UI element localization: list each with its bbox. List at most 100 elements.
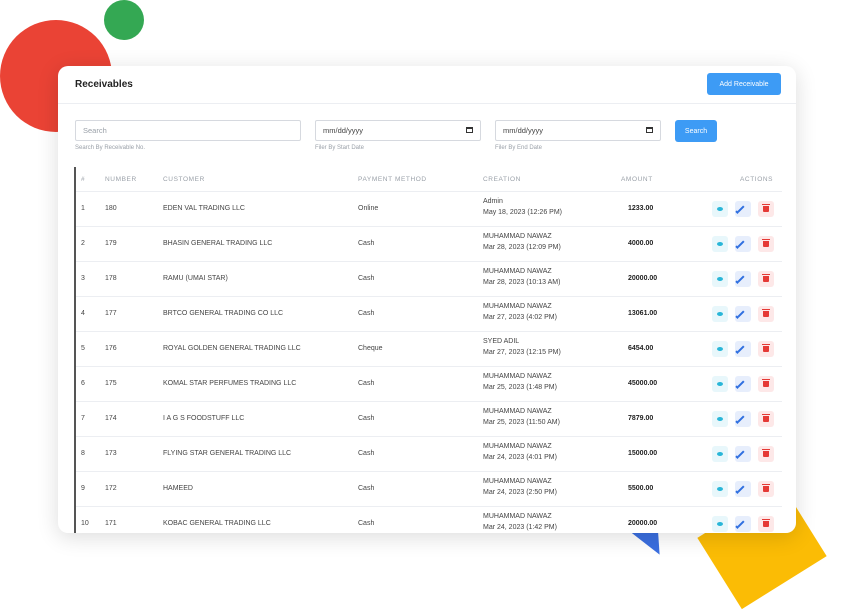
table-row: 8 173 FLYING STAR GENERAL TRADING LLC Ca… xyxy=(76,437,782,472)
pencil-icon xyxy=(737,450,745,458)
trash-icon xyxy=(762,239,770,247)
trash-icon xyxy=(762,344,770,352)
created-by: SYED ADIL xyxy=(483,338,520,345)
row-index: 10 xyxy=(81,520,89,527)
view-button[interactable] xyxy=(712,306,728,322)
created-at: Mar 27, 2023 (12:15 PM) xyxy=(483,349,561,356)
edit-button[interactable] xyxy=(735,236,751,252)
receivable-number: 174 xyxy=(105,415,117,422)
amount: 20000.00 xyxy=(628,275,658,282)
row-index: 4 xyxy=(81,310,85,317)
view-button[interactable] xyxy=(712,201,728,217)
view-button[interactable] xyxy=(712,481,728,497)
created-at: Mar 24, 2023 (1:42 PM) xyxy=(483,524,557,531)
created-by: MUHAMMAD NAWAZ xyxy=(483,268,552,275)
receivable-number: 178 xyxy=(105,275,117,282)
table-row: 5 176 ROYAL GOLDEN GENERAL TRADING LLC C… xyxy=(76,332,782,367)
edit-button[interactable] xyxy=(735,306,751,322)
view-button[interactable] xyxy=(712,341,728,357)
card-header: Receivables Add Receivable xyxy=(58,66,796,104)
table-row: 10 171 KOBAC GENERAL TRADING LLC Cash MU… xyxy=(76,507,782,533)
receivable-number: 173 xyxy=(105,450,117,457)
receivable-number: 172 xyxy=(105,485,117,492)
delete-button[interactable] xyxy=(758,411,774,427)
header-customer: CUSTOMER xyxy=(163,176,205,183)
header-index: # xyxy=(81,176,86,183)
delete-button[interactable] xyxy=(758,516,774,532)
pencil-icon xyxy=(737,380,745,388)
edit-button[interactable] xyxy=(735,341,751,357)
row-index: 3 xyxy=(81,275,85,282)
row-index: 5 xyxy=(81,345,85,352)
decorative-green-circle xyxy=(104,0,144,40)
eye-icon xyxy=(717,207,723,211)
end-date-value: mm/dd/yyyy xyxy=(503,126,544,135)
pencil-icon xyxy=(737,415,745,423)
add-receivable-button[interactable]: Add Receivable xyxy=(707,73,781,95)
customer-name: RAMU (UMAI STAR) xyxy=(163,275,228,282)
eye-icon xyxy=(717,242,723,246)
view-button[interactable] xyxy=(712,376,728,392)
edit-button[interactable] xyxy=(735,516,751,532)
amount: 45000.00 xyxy=(628,380,658,387)
header-payment-method: PAYMENT METHOD xyxy=(358,176,427,183)
delete-button[interactable] xyxy=(758,341,774,357)
calendar-icon[interactable] xyxy=(466,127,473,133)
edit-button[interactable] xyxy=(735,446,751,462)
delete-button[interactable] xyxy=(758,236,774,252)
search-input[interactable]: Search xyxy=(75,120,301,141)
edit-button[interactable] xyxy=(735,481,751,497)
pencil-icon xyxy=(737,345,745,353)
edit-button[interactable] xyxy=(735,376,751,392)
created-by: MUHAMMAD NAWAZ xyxy=(483,408,552,415)
edit-button[interactable] xyxy=(735,411,751,427)
trash-icon xyxy=(762,379,770,387)
payment-method: Cash xyxy=(358,310,375,317)
payment-method: Cheque xyxy=(358,345,383,352)
view-button[interactable] xyxy=(712,236,728,252)
created-at: Mar 24, 2023 (2:50 PM) xyxy=(483,489,557,496)
amount: 15000.00 xyxy=(628,450,658,457)
row-index: 8 xyxy=(81,450,85,457)
created-by: MUHAMMAD NAWAZ xyxy=(483,513,552,520)
created-by: MUHAMMAD NAWAZ xyxy=(483,233,552,240)
customer-name: BHASIN GENERAL TRADING LLC xyxy=(163,240,273,247)
row-index: 6 xyxy=(81,380,85,387)
trash-icon xyxy=(762,414,770,422)
pencil-icon xyxy=(737,485,745,493)
view-button[interactable] xyxy=(712,411,728,427)
header-actions: ACTIONS xyxy=(740,176,774,183)
header-number: NUMBER xyxy=(105,176,137,183)
delete-button[interactable] xyxy=(758,306,774,322)
view-button[interactable] xyxy=(712,271,728,287)
row-index: 1 xyxy=(81,205,85,212)
pencil-icon xyxy=(737,205,745,213)
search-button[interactable]: Search xyxy=(675,120,717,142)
view-button[interactable] xyxy=(712,446,728,462)
delete-button[interactable] xyxy=(758,376,774,392)
payment-method: Cash xyxy=(358,520,375,527)
calendar-icon[interactable] xyxy=(646,127,653,133)
start-date-value: mm/dd/yyyy xyxy=(323,126,364,135)
delete-button[interactable] xyxy=(758,481,774,497)
eye-icon xyxy=(717,487,723,491)
edit-button[interactable] xyxy=(735,201,751,217)
delete-button[interactable] xyxy=(758,201,774,217)
customer-name: KOBAC GENERAL TRADING LLC xyxy=(163,520,271,527)
view-button[interactable] xyxy=(712,516,728,532)
table-row: 9 172 HAMEED Cash MUHAMMAD NAWAZ Mar 24,… xyxy=(76,472,782,507)
customer-name: KOMAL STAR PERFUMES TRADING LLC xyxy=(163,380,297,387)
eye-icon xyxy=(717,452,723,456)
table-row: 1 180 EDEN VAL TRADING LLC Online Admin … xyxy=(76,192,782,227)
amount: 7879.00 xyxy=(628,415,654,422)
start-date-input[interactable]: mm/dd/yyyy xyxy=(315,120,481,141)
delete-button[interactable] xyxy=(758,446,774,462)
end-date-input[interactable]: mm/dd/yyyy xyxy=(495,120,661,141)
delete-button[interactable] xyxy=(758,271,774,287)
row-index: 2 xyxy=(81,240,85,247)
edit-button[interactable] xyxy=(735,271,751,287)
pencil-icon xyxy=(737,275,745,283)
created-by: Admin xyxy=(483,198,503,205)
created-by: MUHAMMAD NAWAZ xyxy=(483,373,552,380)
table-body: 1 180 EDEN VAL TRADING LLC Online Admin … xyxy=(76,192,782,533)
